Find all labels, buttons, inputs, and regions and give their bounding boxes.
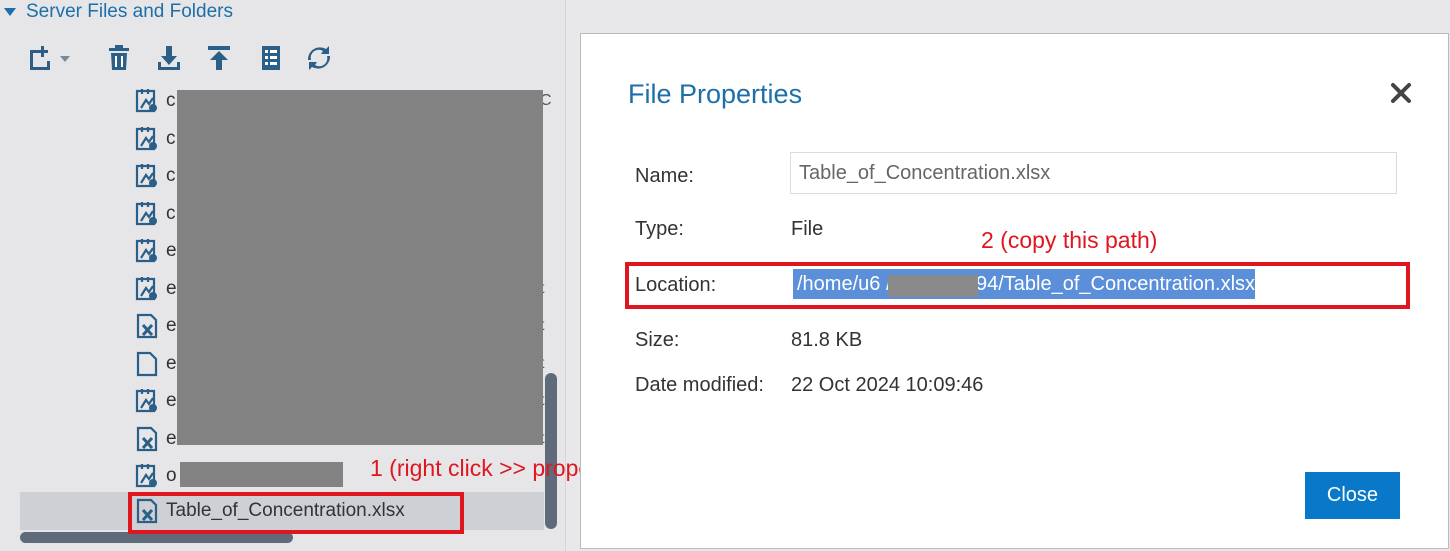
- delete-icon: [109, 45, 129, 70]
- date-modified-value: 22 Oct 2024 10:09:46: [791, 374, 984, 396]
- tree-row-label: e: [166, 277, 177, 299]
- sas-program-icon: [134, 463, 160, 489]
- tree-row[interactable]: e: [134, 347, 177, 381]
- tree-row-label: e: [166, 315, 177, 336]
- download-icon: [158, 46, 180, 70]
- tree-row-label: c: [166, 90, 176, 111]
- upload-button[interactable]: [206, 44, 232, 72]
- sas-program-icon: [134, 276, 160, 302]
- tree-row[interactable]: c: [134, 159, 176, 193]
- sas-program-icon: [134, 238, 160, 264]
- tree-row-label: e: [166, 240, 177, 261]
- sas-program-icon: [134, 126, 160, 152]
- excel-file-icon: [134, 498, 160, 524]
- sas-program-icon: [134, 388, 160, 414]
- tree-row-selected-file[interactable]: Table_of_Concentration.xlsx: [134, 494, 405, 528]
- new-item-icon: [30, 46, 70, 70]
- sas-program-icon: [134, 201, 160, 227]
- type-value: File: [791, 218, 824, 240]
- tree-row[interactable]: c: [134, 122, 176, 156]
- redaction-block: [177, 90, 543, 445]
- size-label: Size:: [635, 329, 680, 351]
- tree-row[interactable]: o: [134, 459, 177, 493]
- tree-row[interactable]: e: [134, 384, 177, 418]
- tree-row[interactable]: e: [134, 422, 177, 456]
- tree-row[interactable]: e: [134, 234, 177, 268]
- new-item-button[interactable]: [28, 44, 74, 72]
- properties-icon: [262, 46, 280, 70]
- close-button[interactable]: Close: [1305, 472, 1400, 519]
- tree-row-label: c: [166, 202, 176, 224]
- tree-row[interactable]: e: [134, 272, 177, 306]
- properties-button[interactable]: [258, 44, 284, 72]
- tree-row-label: e: [166, 427, 177, 449]
- file-icon: [134, 351, 160, 377]
- dialog-title: File Properties: [628, 79, 803, 109]
- refresh-button[interactable]: [306, 44, 332, 72]
- sas-program-icon: [134, 88, 160, 114]
- file-properties-dialog: File Properties Name: Type: File 2 (copy…: [580, 33, 1449, 549]
- location-label: Location:: [635, 274, 717, 296]
- section-header[interactable]: Server Files and Folders: [0, 0, 233, 24]
- tree-row[interactable]: c: [134, 84, 176, 118]
- sas-program-icon: [134, 163, 160, 189]
- horizontal-scrollbar[interactable]: [20, 532, 293, 543]
- name-field[interactable]: [790, 152, 1397, 194]
- redaction-block: [180, 462, 343, 487]
- section-title: Server Files and Folders: [26, 1, 233, 22]
- tree-row-label: e: [166, 352, 177, 374]
- date-modified-label: Date modified:: [635, 374, 764, 396]
- tree-row-label: c: [166, 165, 176, 186]
- annotation-step2: 2 (copy this path): [981, 227, 1158, 253]
- expand-caret-icon[interactable]: [4, 8, 16, 16]
- close-icon[interactable]: [1387, 79, 1415, 107]
- upload-icon: [208, 46, 230, 70]
- tree-row-label: o: [166, 465, 177, 486]
- tree-row-label: c: [166, 127, 176, 149]
- location-value[interactable]: /home/u6 /sasuser.v94/Table_of_Concentra…: [793, 269, 1256, 299]
- location-field[interactable]: /home/u6 /sasuser.v94/Table_of_Concentra…: [793, 269, 1393, 299]
- tree-row-label: Table_of_Concentration.xlsx: [166, 500, 405, 521]
- redaction-block: [888, 275, 978, 297]
- type-label: Type:: [635, 218, 684, 240]
- download-button[interactable]: [156, 44, 182, 72]
- refresh-icon: [307, 46, 331, 70]
- delete-button[interactable]: [106, 44, 132, 72]
- excel-file-icon: [134, 426, 160, 452]
- name-label: Name:: [635, 165, 694, 187]
- excel-file-icon: [134, 313, 160, 339]
- tree-row[interactable]: c: [134, 197, 176, 231]
- vertical-scrollbar[interactable]: [545, 373, 557, 529]
- tree-row[interactable]: e: [134, 309, 177, 343]
- tree-row-label: e: [166, 390, 177, 411]
- size-value: 81.8 KB: [791, 329, 863, 351]
